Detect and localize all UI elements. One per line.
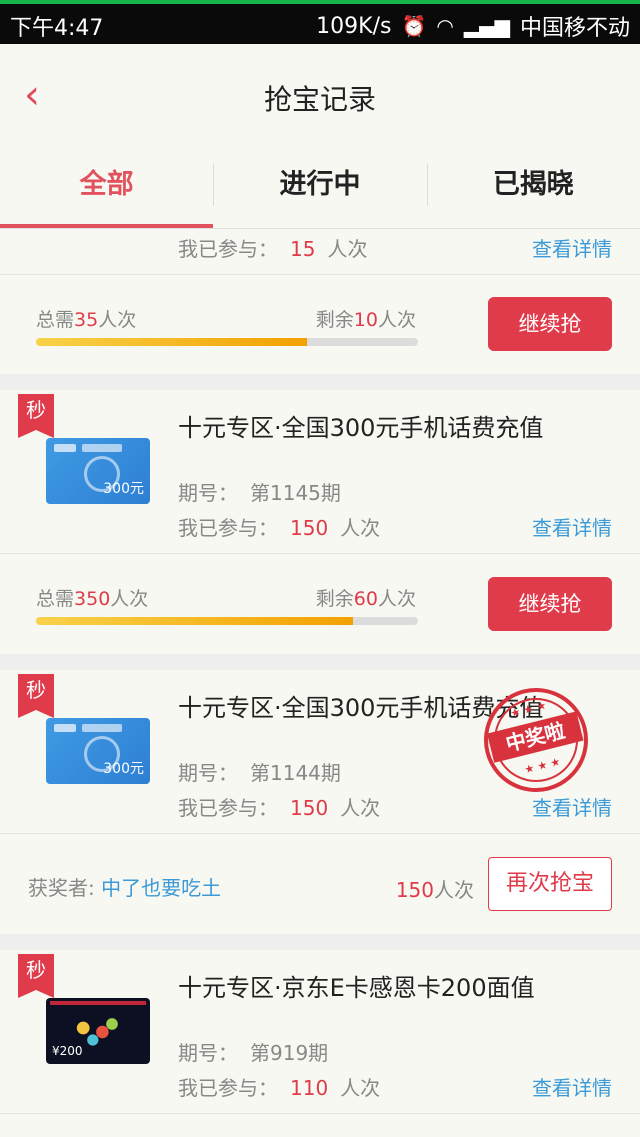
divider bbox=[0, 553, 640, 554]
issue-label: 期号： bbox=[178, 481, 238, 505]
participation-info: 我已参与： 150 人次 bbox=[178, 792, 380, 821]
jd-card-stripe bbox=[50, 1001, 146, 1005]
network-speed: 109K/s bbox=[316, 13, 392, 39]
participated-label: 我已参与： bbox=[178, 516, 278, 540]
need-prefix: 总需 bbox=[36, 588, 75, 610]
issue-label: 期号： bbox=[178, 761, 238, 785]
need-num: 350 bbox=[74, 588, 111, 610]
flash-badge: 秒 bbox=[18, 674, 54, 718]
count-num: 150 bbox=[395, 878, 434, 902]
telecom-logo-icon bbox=[54, 444, 76, 452]
thumb-amount: 300元 bbox=[103, 481, 144, 497]
issue-number: 第1145期 bbox=[250, 481, 341, 505]
status-bar: 下午4:47 109K/s ⏰ ◠ ▂▄▆ 中国移不动 bbox=[0, 0, 640, 44]
product-thumbnail[interactable]: 300元 bbox=[46, 438, 150, 504]
issue-info: 期号： 第1144期 bbox=[178, 757, 341, 786]
divider bbox=[0, 833, 640, 834]
tab-revealed[interactable]: 已揭晓 bbox=[426, 142, 640, 228]
telecom-brand-icon bbox=[82, 724, 122, 732]
remain-prefix: 剩余 bbox=[315, 588, 354, 610]
status-right: 109K/s ⏰ ◠ ▂▄▆ 中国移不动 bbox=[316, 10, 630, 42]
participated-count: 150 bbox=[290, 796, 329, 820]
unit-label: 人次 bbox=[340, 796, 381, 820]
product-name[interactable]: 十元专区·京东E卡感恩卡200面值 bbox=[178, 968, 535, 1003]
telecom-logo-icon bbox=[54, 724, 76, 732]
buy-again-button[interactable]: 再次抢宝 bbox=[488, 857, 612, 911]
page-title: 抢宝记录 bbox=[263, 83, 376, 116]
unit-label: 人次 bbox=[327, 237, 368, 261]
view-details-link[interactable]: 查看详情 bbox=[532, 233, 612, 262]
participated-label: 我已参与： bbox=[178, 237, 278, 261]
divider bbox=[0, 1113, 640, 1114]
wifi-icon: ◠ bbox=[436, 14, 454, 38]
winner-info: 获奖者: 中了也要吃土 bbox=[28, 872, 221, 901]
participated-label: 我已参与： bbox=[178, 1076, 278, 1100]
remaining: 剩余60人次 bbox=[316, 584, 416, 611]
divider bbox=[0, 274, 640, 275]
tab-all[interactable]: 全部 bbox=[0, 142, 214, 228]
product-thumbnail[interactable]: ¥200 bbox=[46, 998, 150, 1064]
remaining: 剩余10人次 bbox=[316, 305, 416, 332]
thumb-amount: ¥200 bbox=[52, 1044, 83, 1058]
continue-button[interactable]: 继续抢 bbox=[488, 297, 612, 351]
participation-info: 我已参与： 15 人次 bbox=[178, 233, 367, 262]
total-needed: 总需350人次 bbox=[36, 584, 148, 611]
record-card: 秒 ¥200 十元专区·京东E卡感恩卡200面值 期号： 第919期 我已参与： 1… bbox=[0, 950, 640, 1137]
view-details-link[interactable]: 查看详情 bbox=[532, 1072, 612, 1101]
participation-info: 我已参与： 110 人次 bbox=[178, 1072, 380, 1101]
remain-suffix: 人次 bbox=[377, 309, 416, 331]
progress-bar bbox=[36, 338, 418, 346]
product-name[interactable]: 十元专区·全国300元手机话费充值 bbox=[178, 408, 543, 443]
thumb-amount: 300元 bbox=[103, 761, 144, 777]
remain-num: 60 bbox=[353, 588, 378, 610]
need-suffix: 人次 bbox=[98, 309, 137, 331]
record-card: 我已参与： 15 人次 查看详情 总需35人次 剩余10人次 继续抢 bbox=[0, 229, 640, 374]
progress-bar bbox=[36, 617, 418, 625]
winner-count: 150人次 bbox=[396, 874, 474, 903]
participated-label: 我已参与： bbox=[178, 796, 278, 820]
status-accent-line bbox=[0, 0, 640, 4]
winner-name[interactable]: 中了也要吃土 bbox=[101, 876, 221, 900]
carrier-name: 中国移不动 bbox=[519, 16, 630, 41]
record-card: 秒 300元 十元专区·全国300元手机话费充值 期号： 第1145期 我已参与：… bbox=[0, 390, 640, 654]
signal-icon: ▂▄▆ bbox=[463, 14, 510, 38]
participation-info: 我已参与： 150 人次 bbox=[178, 512, 380, 541]
issue-info: 期号： 第919期 bbox=[178, 1037, 328, 1066]
unit-label: 人次 bbox=[340, 1076, 381, 1100]
winner-label: 获奖者: bbox=[28, 876, 95, 900]
continue-button[interactable]: 继续抢 bbox=[488, 577, 612, 631]
participated-count: 110 bbox=[290, 1076, 329, 1100]
view-details-link[interactable]: 查看详情 bbox=[532, 792, 612, 821]
remain-suffix: 人次 bbox=[377, 588, 416, 610]
flash-badge: 秒 bbox=[18, 394, 54, 438]
status-time: 下午4:47 bbox=[10, 16, 104, 41]
issue-number: 第1144期 bbox=[250, 761, 341, 785]
remain-prefix: 剩余 bbox=[315, 309, 354, 331]
participated-count: 15 bbox=[290, 237, 316, 261]
tab-bar: 全部 进行中 已揭晓 bbox=[0, 142, 640, 229]
participated-count: 150 bbox=[290, 516, 329, 540]
progress-fill bbox=[36, 338, 308, 346]
unit-label: 人次 bbox=[340, 516, 381, 540]
remain-num: 10 bbox=[353, 309, 378, 331]
telecom-brand-icon bbox=[82, 444, 122, 452]
total-needed: 总需35人次 bbox=[36, 305, 136, 332]
view-details-link[interactable]: 查看详情 bbox=[532, 512, 612, 541]
need-num: 35 bbox=[74, 309, 99, 331]
flash-badge: 秒 bbox=[18, 954, 54, 998]
count-suffix: 人次 bbox=[434, 878, 474, 902]
need-prefix: 总需 bbox=[36, 309, 75, 331]
alarm-icon: ⏰ bbox=[401, 14, 427, 38]
progress-fill bbox=[36, 617, 354, 625]
nav-bar: ‹ 抢宝记录 bbox=[0, 44, 640, 143]
issue-info: 期号： 第1145期 bbox=[178, 477, 341, 506]
issue-number: 第919期 bbox=[250, 1041, 329, 1065]
tab-in-progress[interactable]: 进行中 bbox=[213, 142, 426, 228]
need-suffix: 人次 bbox=[110, 588, 149, 610]
issue-label: 期号： bbox=[178, 1041, 238, 1065]
product-thumbnail[interactable]: 300元 bbox=[46, 718, 150, 784]
